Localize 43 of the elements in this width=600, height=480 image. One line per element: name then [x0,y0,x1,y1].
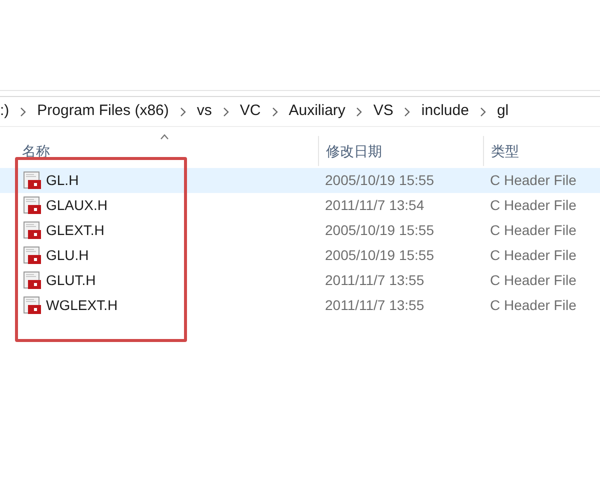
chevron-icon [355,106,364,116]
modified-date: 2005/10/19 15:55 [325,222,434,238]
file-name: GLEXT.H [46,221,104,240]
file-name: GLU.H [46,246,89,265]
header-file-icon [23,296,42,315]
file-type: C Header File [490,297,576,313]
column-header[interactable]: 名称 [0,141,50,162]
chevron-icon [178,106,187,116]
modified-date: 2005/10/19 15:55 [325,172,434,188]
chevron-icon [19,106,28,116]
breadcrumb-item[interactable]: include [421,100,469,123]
modified-date: 2011/11/7 13:54 [325,197,424,213]
header-file-icon [23,171,42,190]
chevron-icon [478,106,487,116]
file-type: C Header File [490,247,576,263]
breadcrumb-item[interactable]: Auxiliary [288,100,346,123]
breadcrumb-item[interactable]: VS [373,100,394,123]
file-row[interactable]: GL.H 2005/10/19 15:55 C Header File [0,168,600,193]
breadcrumb-item[interactable]: Program Files (x86) [37,100,169,123]
column-header[interactable]: 修改日期 [319,141,382,162]
header-file-icon [23,271,42,290]
header-file-icon [23,246,42,265]
chevron-icon [403,106,412,116]
modified-date: 2011/11/7 13:55 [325,272,424,288]
header-file-icon [23,196,42,215]
modified-date: 2011/11/7 13:55 [325,297,424,313]
file-type: C Header File [490,272,576,288]
chevron-icon [270,106,279,116]
breadcrumb-item[interactable]: gl [496,100,509,123]
file-name: GL.H [46,171,79,190]
breadcrumb-item[interactable]: :) [0,100,10,123]
file-type: C Header File [490,222,576,238]
modified-date: 2005/10/19 15:55 [325,247,434,263]
breadcrumb-item[interactable]: vs [196,100,212,123]
file-name: GLUT.H [46,271,96,290]
header-file-icon [23,221,42,240]
file-type: C Header File [490,172,576,188]
chevron-icon [222,106,230,116]
file-name: GLAUX.H [46,196,108,215]
column-header[interactable]: 类型 [484,141,519,162]
file-name: WGLEXT.H [46,296,118,315]
file-type: C Header File [490,197,576,213]
breadcrumb-item[interactable]: VC [240,100,261,123]
